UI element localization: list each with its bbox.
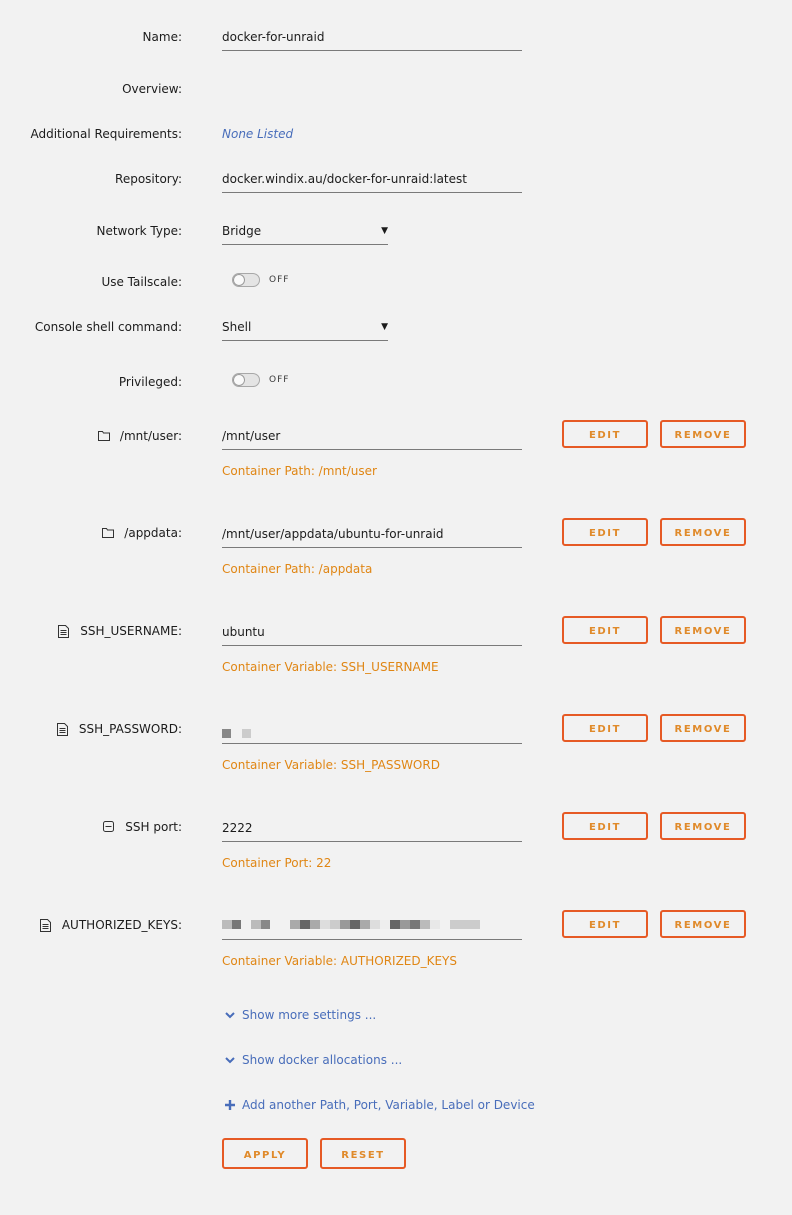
remove-button[interactable]: REMOVE	[660, 812, 746, 840]
document-icon	[56, 723, 69, 736]
use-tailscale-label: Use Tailscale:	[101, 275, 182, 289]
container-path-note: Container Path: /mnt/user	[222, 464, 377, 478]
privileged-label: Privileged:	[118, 375, 182, 389]
name-label: Name:	[142, 30, 182, 44]
console-shell-value: Shell	[222, 320, 252, 334]
remove-button[interactable]: REMOVE	[660, 518, 746, 546]
container-variable-note: Container Variable: SSH_USERNAME	[222, 660, 439, 674]
document-icon	[39, 919, 52, 932]
name-input[interactable]: docker-for-unraid	[222, 30, 522, 51]
additional-requirements-value: None Listed	[222, 127, 294, 141]
dropdown-arrow-icon: ▼	[381, 226, 388, 236]
entry-label: /mnt/user:	[0, 429, 182, 443]
edit-button[interactable]: EDIT	[562, 420, 648, 448]
edit-button[interactable]: EDIT	[562, 910, 648, 938]
password-input[interactable]	[222, 723, 522, 744]
toggle-knob	[233, 374, 245, 386]
remove-button[interactable]: REMOVE	[660, 714, 746, 742]
entry-input[interactable]: 2222	[222, 821, 522, 842]
folder-icon	[102, 527, 115, 539]
container-port-note: Container Port: 22	[222, 856, 332, 870]
chevron-down-icon	[224, 1054, 236, 1066]
entry-label: AUTHORIZED_KEYS:	[0, 918, 182, 932]
remove-button[interactable]: REMOVE	[660, 616, 746, 644]
container-path-note: Container Path: /appdata	[222, 562, 373, 576]
edit-button[interactable]: EDIT	[562, 616, 648, 644]
additional-requirements-label: Additional Requirements:	[30, 127, 182, 141]
show-more-settings-link[interactable]: Show more settings ...	[224, 1008, 376, 1022]
network-type-select[interactable]: Bridge ▼	[222, 224, 388, 245]
remove-button[interactable]: REMOVE	[660, 420, 746, 448]
edit-button[interactable]: EDIT	[562, 812, 648, 840]
entry-label: SSH_USERNAME:	[0, 624, 182, 638]
edit-button[interactable]: EDIT	[562, 518, 648, 546]
masked-value	[222, 729, 251, 738]
privileged-toggle[interactable]	[232, 373, 260, 387]
reset-button[interactable]: RESET	[320, 1138, 406, 1169]
authorized-keys-input[interactable]	[222, 919, 522, 940]
repository-input[interactable]: docker.windix.au/docker-for-unraid:lates…	[222, 172, 522, 193]
masked-value	[222, 920, 480, 929]
privileged-state: OFF	[269, 375, 290, 385]
container-variable-note: Container Variable: AUTHORIZED_KEYS	[222, 954, 458, 968]
remove-button[interactable]: REMOVE	[660, 910, 746, 938]
apply-button[interactable]: APPLY	[222, 1138, 308, 1169]
network-type-value: Bridge	[222, 224, 262, 238]
repository-label: Repository:	[115, 172, 182, 186]
entry-input[interactable]: /mnt/user/appdata/ubuntu-for-unraid	[222, 527, 522, 548]
entry-input[interactable]: ubuntu	[222, 625, 522, 646]
port-icon	[103, 821, 115, 833]
dropdown-arrow-icon: ▼	[381, 322, 388, 332]
overview-label: Overview:	[122, 82, 182, 96]
container-variable-note: Container Variable: SSH_PASSWORD	[222, 758, 440, 772]
chevron-down-icon	[224, 1009, 236, 1021]
use-tailscale-state: OFF	[269, 275, 290, 285]
show-docker-allocations-link[interactable]: Show docker allocations ...	[224, 1053, 402, 1067]
entry-label: /appdata:	[0, 526, 182, 540]
document-icon	[58, 625, 70, 638]
network-type-label: Network Type:	[96, 224, 182, 238]
plus-icon	[224, 1099, 236, 1111]
entry-input[interactable]: /mnt/user	[222, 429, 522, 450]
toggle-knob	[233, 274, 245, 286]
entry-label: SSH_PASSWORD:	[0, 722, 182, 736]
edit-button[interactable]: EDIT	[562, 714, 648, 742]
folder-icon	[97, 430, 110, 442]
use-tailscale-toggle[interactable]	[232, 273, 260, 287]
entry-label: SSH port:	[0, 820, 182, 834]
console-shell-label: Console shell command:	[34, 320, 182, 334]
console-shell-select[interactable]: Shell ▼	[222, 320, 388, 341]
add-another-link[interactable]: Add another Path, Port, Variable, Label …	[224, 1098, 535, 1112]
